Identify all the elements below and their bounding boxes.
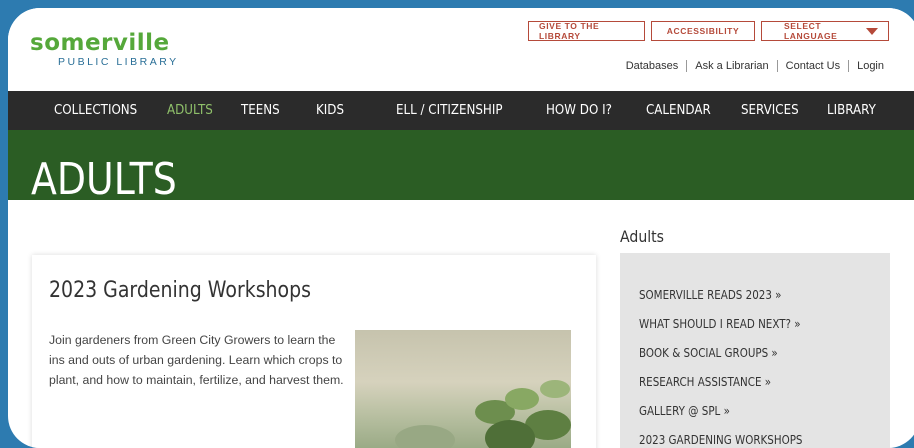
sidebar-item-gallery[interactable]: GALLERY @ SPL » [639,404,730,418]
select-language-button[interactable]: SELECT LANGUAGE [761,21,889,41]
nav-item-calendar[interactable]: CALENDAR [646,91,711,130]
sidebar-item-gardening-workshops[interactable]: 2023 GARDENING WORKSHOPS [639,433,802,447]
logo-subtitle: PUBLIC LIBRARY [58,56,179,68]
nav-item-how-do-i[interactable]: HOW DO I? [546,91,612,130]
databases-link[interactable]: Databases [618,60,687,72]
ask-a-librarian-link[interactable]: Ask a Librarian [686,60,776,72]
logo-wordmark: somerville [30,30,170,56]
nav-item-collections[interactable]: COLLECTIONS [54,91,137,130]
browser-frame: somerville PUBLIC LIBRARY GIVE TO THE LI… [8,8,914,448]
main-nav: COLLECTIONS ADULTS TEENS KIDS ELL / CITI… [8,91,914,130]
login-link[interactable]: Login [848,60,892,72]
top-buttons: GIVE TO THE LIBRARY ACCESSIBILITY SELECT… [528,21,889,41]
leaf-shape [485,420,535,448]
utility-links: Databases Ask a Librarian Contact Us Log… [618,60,892,72]
leaf-shape [505,388,539,410]
page-title: ADULTS [31,154,177,201]
nav-item-adults[interactable]: ADULTS [167,91,213,130]
sidebar-item-somerville-reads[interactable]: SOMERVILLE READS 2023 » [639,288,782,302]
contact-us-link[interactable]: Contact Us [776,60,848,72]
give-to-library-button[interactable]: GIVE TO THE LIBRARY [528,21,645,41]
sidebar-item-what-should-i-read[interactable]: WHAT SHOULD I READ NEXT? » [639,317,801,331]
site-header: somerville PUBLIC LIBRARY GIVE TO THE LI… [8,8,914,91]
caret-down-icon [866,27,878,35]
leaf-shape [540,380,570,398]
accessibility-button[interactable]: ACCESSIBILITY [651,21,755,41]
garden-photo [355,330,571,448]
nav-item-services[interactable]: SERVICES [741,91,799,130]
nav-item-teens[interactable]: TEENS [241,91,280,130]
leaf-shape [395,425,455,448]
nav-item-library[interactable]: LIBRARY [827,91,876,130]
sidebar-menu: SOMERVILLE READS 2023 » WHAT SHOULD I RE… [620,253,890,448]
nav-item-kids[interactable]: KIDS [316,91,344,130]
sidebar-heading: Adults [620,227,665,246]
sidebar-item-book-social-groups[interactable]: BOOK & SOCIAL GROUPS » [639,346,778,360]
card-title[interactable]: 2023 Gardening Workshops [49,278,311,303]
card-description: Join gardeners from Green City Growers t… [49,333,344,387]
library-logo[interactable]: somerville PUBLIC LIBRARY [30,32,179,69]
page-banner: ADULTS [8,130,914,200]
workshop-card[interactable]: 2023 Gardening Workshops Join gardeners … [32,255,596,448]
sidebar-item-research-assistance[interactable]: RESEARCH ASSISTANCE » [639,375,771,389]
nav-item-ell-citizenship[interactable]: ELL / CITIZENSHIP [396,91,503,130]
select-language-label: SELECT LANGUAGE [784,21,838,41]
